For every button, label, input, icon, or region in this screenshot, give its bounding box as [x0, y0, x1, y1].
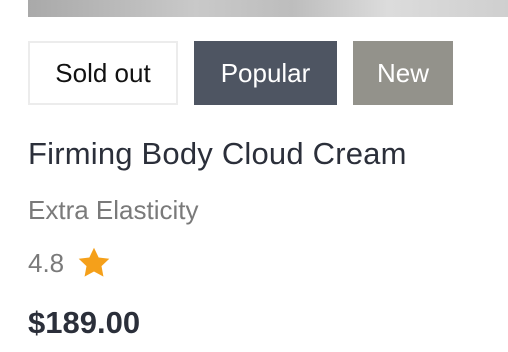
product-image[interactable] — [28, 0, 508, 17]
popular-badge: Popular — [194, 41, 337, 105]
product-price: $189.00 — [28, 305, 141, 340]
product-rating: 4.8 — [28, 245, 112, 281]
new-badge: New — [353, 41, 453, 105]
star-icon — [78, 247, 110, 277]
sold-out-badge: Sold out — [28, 41, 178, 105]
rating-value: 4.8 — [28, 247, 65, 278]
badge-row: Sold out Popular New — [28, 41, 453, 105]
product-title[interactable]: Firming Body Cloud Cream — [28, 136, 407, 172]
product-subtitle: Extra Elasticity — [28, 195, 199, 225]
